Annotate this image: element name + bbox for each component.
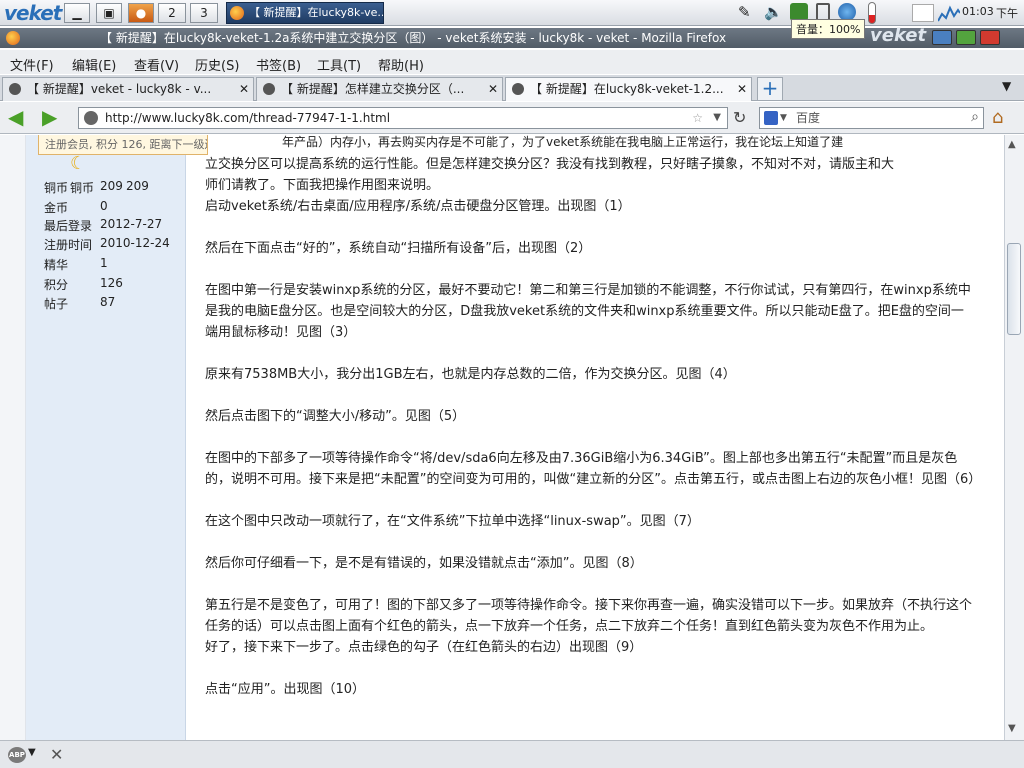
forward-arrow-icon[interactable]: ▶ (42, 107, 64, 128)
scroll-down-icon[interactable]: ▼ (1008, 723, 1016, 734)
scroll-up-icon[interactable]: ▲ (1008, 139, 1016, 150)
taskbar-label: 【 新提醒】在lucky8k-ve... (249, 6, 384, 19)
reload-icon[interactable]: ↻ (733, 108, 746, 127)
page-content: ☾ 铜币209 注册会员, 积分 126, 距离下一级还需 274 积分 铜币2… (0, 135, 1024, 740)
post-line: 师们请教了。下面我把操作用图来说明。 (205, 178, 440, 193)
minimize-all-icon[interactable]: ▁ (64, 3, 90, 23)
file-manager-icon[interactable]: ▣ (96, 3, 122, 23)
post-paragraph: 在这个图中只改动一项就行了，在“文件系统”下拉单中选择“linux-swap”。… (205, 514, 700, 529)
search-placeholder: 百度 (796, 111, 821, 125)
bookmark-star-icon[interactable]: ☆ (692, 108, 703, 128)
post-paragraph: 好了，接下来下一步了。点击绿色的勾子（在红色箭头的右边）出现图（9） (205, 640, 643, 655)
scrollbar-thumb[interactable] (1007, 243, 1021, 335)
workspace-1-icon[interactable]: ● (128, 3, 154, 23)
favicon-icon (9, 83, 21, 95)
search-input[interactable]: ▼ 百度 ⌕ (759, 107, 984, 129)
user-level-moon-icon: ☾ (70, 153, 87, 174)
close-tab-icon[interactable]: ✕ (488, 78, 498, 100)
close-tab-icon[interactable]: ✕ (737, 78, 747, 100)
url-dropdown-icon[interactable]: ▼ (713, 108, 721, 128)
graph-icon (937, 4, 961, 22)
menu-edit[interactable]: 编辑(E) (72, 55, 116, 74)
tab-3-active[interactable]: 【 新提醒】在lucky8k-veket-1.2... ✕ (505, 77, 752, 101)
close-addon-bar-icon[interactable]: ✕ (50, 745, 63, 764)
tab-label: 【 新提醒】在lucky8k-veket-1.2... (530, 82, 724, 96)
firefox-icon[interactable] (6, 31, 20, 45)
close-button[interactable] (980, 30, 1000, 45)
post-paragraph: 然后你可仔细看一下，是不是有错误的，如果没错就点击“添加”。见图（8） (205, 556, 643, 571)
window-title: 【 新提醒】在lucky8k-veket-1.2a系统中建立交换分区（图） - … (100, 31, 727, 45)
menu-bar: 文件(F) 编辑(E) 查看(V) 历史(S) 书签(B) 工具(T) 帮助(H… (0, 50, 1024, 74)
home-icon[interactable]: ⌂ (992, 107, 1003, 128)
post-line: 启动veket系统/右击桌面/应用程序/系统/点击硬盘分区管理。出现图（1） (205, 199, 631, 214)
menu-file[interactable]: 文件(F) (10, 55, 54, 74)
search-engine-icon[interactable] (764, 111, 778, 125)
post-paragraph: 在图中的下部多了一项等待操作命令“将/dev/sda6向左移及由7.36GiB缩… (205, 451, 982, 487)
user-level-tooltip: 注册会员, 积分 126, 距离下一级还需 274 积分 (38, 135, 208, 155)
favicon-icon (512, 83, 524, 95)
tab-2[interactable]: 【 新提醒】怎样建立交换分区（... ✕ (256, 77, 503, 101)
veket-logo[interactable]: veket (4, 1, 62, 25)
url-input[interactable]: http://www.lucky8k.com/thread-77947-1-1.… (78, 107, 728, 129)
addon-bar: ABP ▼ ✕ (0, 740, 1024, 768)
back-arrow-icon[interactable]: ◀ (8, 107, 30, 128)
search-icon[interactable]: ⌕ (971, 107, 979, 127)
tab-label: 【 新提醒】怎样建立交换分区（... (281, 82, 465, 96)
system-panel: veket ▁ ▣ ● 2 3 【 新提醒】在lucky8k-ve... ✎ 🔈… (0, 0, 1024, 26)
post-paragraph: 第五行是不是变色了，可用了！图的下部又多了一项等待操作命令。接下来你再查一遍，确… (205, 598, 973, 634)
tab-list-chevron-icon[interactable]: ▼ (1002, 79, 1011, 93)
adblock-icon[interactable]: ABP (8, 747, 26, 763)
url-text: http://www.lucky8k.com/thread-77947-1-1.… (105, 111, 391, 125)
taskbar-firefox-button[interactable]: 【 新提醒】在lucky8k-ve... (226, 2, 384, 24)
tab-label: 【 新提醒】veket - lucky8k - v... (27, 82, 212, 96)
navigation-bar: ◀ ▶ http://www.lucky8k.com/thread-77947-… (0, 102, 1024, 134)
post-paragraph: 在图中第一行是安装winxp系统的分区，最好不要动它！第二和第三行是加锁的不能调… (205, 283, 971, 340)
close-tab-icon[interactable]: ✕ (239, 78, 249, 100)
menu-view[interactable]: 查看(V) (134, 55, 179, 74)
veket-brand-logo: veket (870, 25, 927, 46)
window-titlebar[interactable]: 【 新提醒】在lucky8k-veket-1.2a系统中建立交换分区（图） - … (0, 25, 1024, 48)
menu-tools[interactable]: 工具(T) (317, 55, 361, 74)
favicon-icon (263, 83, 275, 95)
post-first-line: 年产品）内存小，再去购买内存是不可能了，为了veket系统能在我电脑上正常运行，… (282, 135, 844, 149)
thermometer-icon (868, 2, 876, 24)
left-margin (0, 135, 26, 740)
volume-icon[interactable]: 🔈 (764, 3, 783, 21)
menu-help[interactable]: 帮助(H) (378, 55, 424, 74)
post-paragraph: 原来有7538MB大小，我分出1GB左右，也就是内存总数的二倍，作为交换分区。见… (205, 367, 736, 382)
post-body: 立交换分区可以提高系统的运行性能。但是怎样建交换分区？我没有找到教程，只好瞎子摸… (205, 154, 982, 721)
post-paragraph: 点击“应用”。出现图（10） (205, 682, 366, 697)
clock[interactable]: 01:03 (962, 5, 994, 18)
edit-icon[interactable]: ✎ (738, 3, 751, 21)
minimize-button[interactable] (932, 30, 952, 45)
engine-dropdown-icon[interactable]: ▼ (780, 108, 787, 128)
workspace-3-button[interactable]: 3 (190, 3, 218, 23)
volume-tooltip: 音量：100% (791, 19, 866, 39)
cpu-meter-icon (912, 4, 934, 22)
post-line: 立交换分区可以提高系统的运行性能。但是怎样建交换分区？我没有找到教程，只好瞎子摸… (205, 157, 895, 172)
workspace-2-button[interactable]: 2 (158, 3, 186, 23)
clock-suffix: 下午 (996, 7, 1018, 20)
firefox-icon (230, 6, 244, 20)
tab-bar: 【 新提醒】veket - lucky8k - v... ✕ 【 新提醒】怎样建… (0, 75, 1024, 101)
site-identity-icon[interactable] (84, 111, 98, 125)
maximize-button[interactable] (956, 30, 976, 45)
post-paragraph: 然后点击图下的“调整大小/移动”。见图（5） (205, 409, 466, 424)
adblock-dropdown-icon[interactable]: ▼ (28, 747, 36, 758)
menu-bookmarks[interactable]: 书签(B) (256, 55, 301, 74)
post-paragraph: 然后在下面点击“好的”，系统自动“扫描所有设备”后，出现图（2） (205, 241, 592, 256)
menu-history[interactable]: 历史(S) (195, 55, 239, 74)
tab-1[interactable]: 【 新提醒】veket - lucky8k - v... ✕ (2, 77, 254, 101)
new-tab-button[interactable]: + (757, 77, 783, 101)
vertical-scrollbar[interactable]: ▲ ▼ (1004, 135, 1024, 740)
